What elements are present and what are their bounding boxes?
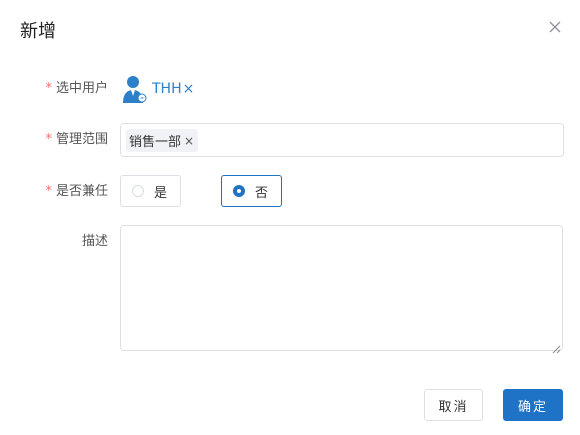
selected-user-label: * 选中用户: [45, 81, 108, 96]
remove-user-icon[interactable]: ×: [183, 74, 195, 104]
cancel-button[interactable]: 取消: [424, 389, 483, 421]
concurrent-label: * 是否兼任: [45, 184, 108, 199]
dialog-title: 新增: [20, 21, 56, 42]
add-dialog: 新增 * 选中用户 THH × * 管理范围 销售一部 × * 是否兼任 是 否…: [0, 0, 580, 435]
selected-user-name: THH: [152, 81, 182, 97]
required-mark: *: [45, 81, 52, 96]
user-avatar-icon: [120, 74, 148, 104]
radio-no-label: 否: [255, 185, 269, 201]
description-label: 描述: [81, 234, 108, 249]
required-mark: *: [45, 184, 52, 199]
radio-no[interactable]: 否: [221, 175, 282, 207]
required-mark: *: [45, 132, 52, 147]
radio-yes-label: 是: [154, 185, 168, 201]
scope-chip-label: 销售一部: [129, 135, 182, 150]
selected-user-tag: THH ×: [120, 74, 194, 104]
remove-chip-icon[interactable]: ×: [184, 134, 194, 148]
radio-yes[interactable]: 是: [120, 175, 181, 207]
radio-circle-icon: [132, 185, 144, 197]
close-icon[interactable]: [546, 18, 564, 36]
description-textarea[interactable]: [120, 225, 563, 351]
scope-select[interactable]: 销售一部 ×: [120, 123, 564, 157]
radio-checked-icon: [233, 185, 245, 197]
scope-label: * 管理范围: [45, 132, 108, 147]
scope-chip: 销售一部 ×: [126, 129, 199, 152]
resize-grip-icon[interactable]: [551, 339, 561, 354]
confirm-button[interactable]: 确定: [503, 389, 563, 421]
